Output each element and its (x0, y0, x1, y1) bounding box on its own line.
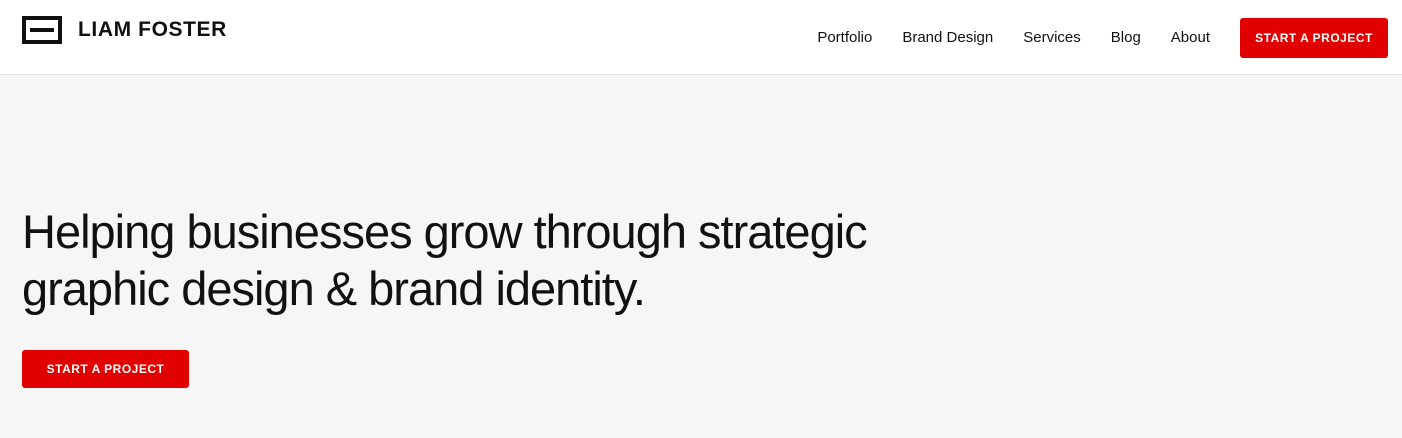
nav-link-services[interactable]: Services (1023, 28, 1081, 48)
nav-link-brand-design[interactable]: Brand Design (902, 28, 993, 48)
logo-link[interactable]: LIAM FOSTER (22, 16, 227, 44)
hero-title-line-2: graphic design & brand identity. (22, 262, 646, 315)
hero-title: Helping businesses grow through strategi… (22, 203, 982, 317)
start-project-button-header[interactable]: START A PROJECT (1240, 17, 1388, 58)
nav-link-blog[interactable]: Blog (1111, 28, 1141, 48)
site-header: LIAM FOSTER Portfolio Brand Design Servi… (0, 0, 1402, 75)
main-nav: Portfolio Brand Design Services Blog Abo… (817, 0, 1402, 75)
hero-section: Helping businesses grow through strategi… (0, 75, 1402, 438)
start-project-button-hero[interactable]: START A PROJECT (22, 350, 189, 388)
nav-link-about[interactable]: About (1171, 28, 1210, 48)
logo-text: LIAM FOSTER (78, 18, 227, 41)
nav-link-portfolio[interactable]: Portfolio (817, 28, 872, 48)
le-monogram-icon (22, 16, 62, 44)
hero-title-line-1: Helping businesses grow through strategi… (22, 205, 868, 258)
